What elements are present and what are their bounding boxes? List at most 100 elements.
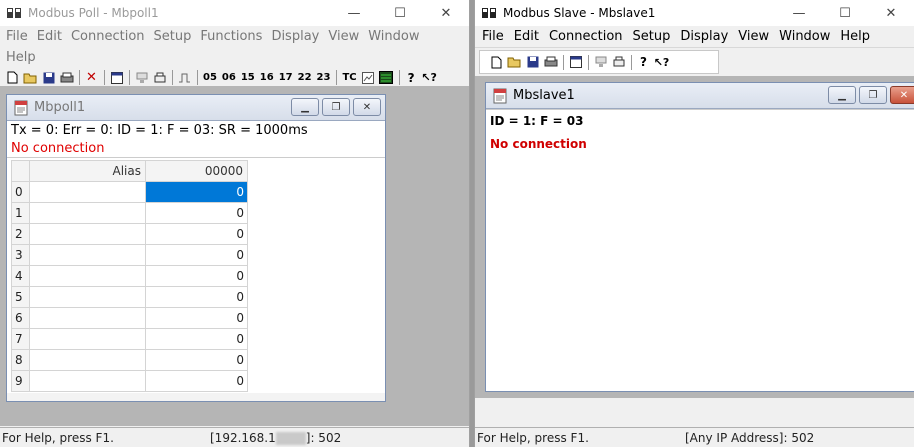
value-cell[interactable]: 0 (145, 202, 248, 224)
table-row[interactable]: 30 (11, 244, 248, 266)
poll-menu-view[interactable]: View (328, 26, 368, 47)
alias-cell[interactable] (29, 370, 146, 392)
row-header[interactable]: 8 (11, 349, 30, 371)
table-row[interactable]: 50 (11, 286, 248, 308)
row-header[interactable]: 9 (11, 370, 30, 392)
poll-menu-connection[interactable]: Connection (71, 26, 154, 47)
slave-menu-display[interactable]: Display (680, 26, 738, 47)
slave-minimize-button[interactable]: — (776, 0, 822, 26)
alias-cell[interactable] (29, 349, 146, 371)
value-cell[interactable]: 0 (145, 181, 248, 203)
poll-menu-file[interactable]: File (6, 26, 37, 47)
traffic-button[interactable]: TC (340, 70, 358, 86)
window-icon[interactable] (108, 70, 125, 86)
mbpoll1-minimize-button[interactable]: ▁ (291, 98, 319, 116)
save-icon[interactable] (40, 70, 57, 86)
poll-menu-setup[interactable]: Setup (154, 26, 201, 47)
value-cell[interactable]: 0 (145, 244, 248, 266)
pulse-icon[interactable] (176, 70, 193, 86)
print-icon[interactable] (542, 54, 559, 70)
print-icon[interactable] (58, 70, 75, 86)
poll-menu-help[interactable]: Help (6, 47, 45, 68)
connect-icon[interactable] (133, 70, 150, 86)
function-06-button[interactable]: 06 (220, 70, 238, 86)
disconnect-icon[interactable] (151, 70, 168, 86)
help-icon[interactable]: ? (635, 54, 652, 70)
mbslave1-close-button[interactable]: ✕ (890, 86, 914, 104)
value-cell[interactable]: 0 (145, 223, 248, 245)
column-header-alias[interactable]: Alias (29, 160, 146, 182)
row-header[interactable]: 4 (11, 265, 30, 287)
slave-menu-connection[interactable]: Connection (549, 26, 633, 47)
value-cell[interactable]: 0 (145, 286, 248, 308)
function-22-button[interactable]: 22 (296, 70, 314, 86)
table-row[interactable]: 90 (11, 370, 248, 392)
context-help-icon[interactable]: ↖? (653, 54, 670, 70)
alias-cell[interactable] (29, 286, 146, 308)
row-header[interactable]: 0 (11, 181, 30, 203)
new-file-icon[interactable] (4, 70, 21, 86)
function-15-button[interactable]: 15 (239, 70, 257, 86)
alias-cell[interactable] (29, 265, 146, 287)
value-cell[interactable]: 0 (145, 265, 248, 287)
table-row[interactable]: 20 (11, 223, 248, 245)
mbpoll1-close-button[interactable]: ✕ (353, 98, 381, 116)
row-header[interactable]: 6 (11, 307, 30, 329)
alias-cell[interactable] (29, 328, 146, 350)
poll-close-button[interactable]: ✕ (423, 0, 469, 26)
table-row[interactable]: 80 (11, 349, 248, 371)
delete-icon[interactable]: ✕ (83, 70, 100, 86)
open-folder-icon[interactable] (22, 70, 39, 86)
connect-icon[interactable] (592, 54, 609, 70)
table-row[interactable]: 70 (11, 328, 248, 350)
slave-menu-setup[interactable]: Setup (633, 26, 681, 47)
slave-menu-edit[interactable]: Edit (514, 26, 549, 47)
slave-maximize-button[interactable]: ☐ (822, 0, 868, 26)
row-header[interactable]: 7 (11, 328, 30, 350)
disconnect-icon[interactable] (610, 54, 627, 70)
table-row[interactable]: 40 (11, 265, 248, 287)
function-17-button[interactable]: 17 (277, 70, 295, 86)
alias-cell[interactable] (29, 202, 146, 224)
context-help-icon[interactable]: ↖? (421, 70, 438, 86)
mbslave1-minimize-button[interactable]: ▁ (828, 86, 856, 104)
open-folder-icon[interactable] (506, 54, 523, 70)
poll-titlebar[interactable]: Modbus Poll - Mbpoll1 — ☐ ✕ (0, 0, 469, 26)
slave-titlebar[interactable]: Modbus Slave - Mbslave1 — ☐ ✕ (475, 0, 914, 26)
poll-menu-edit[interactable]: Edit (37, 26, 71, 47)
mbpoll1-titlebar[interactable]: Mbpoll1 ▁ ❐ ✕ (7, 95, 385, 121)
function-05-button[interactable]: 05 (201, 70, 219, 86)
slave-menu-view[interactable]: View (738, 26, 779, 47)
function-23-button[interactable]: 23 (315, 70, 333, 86)
save-icon[interactable] (524, 54, 541, 70)
poll-minimize-button[interactable]: — (331, 0, 377, 26)
slave-menu-file[interactable]: File (482, 26, 514, 47)
poll-menu-display[interactable]: Display (271, 26, 328, 47)
row-header[interactable]: 5 (11, 286, 30, 308)
new-file-icon[interactable] (488, 54, 505, 70)
table-row[interactable]: 60 (11, 307, 248, 329)
table-row[interactable]: 10 (11, 202, 248, 224)
alias-cell[interactable] (29, 181, 146, 203)
poll-maximize-button[interactable]: ☐ (377, 0, 423, 26)
row-header[interactable]: 2 (11, 223, 30, 245)
poll-menu-window[interactable]: Window (368, 26, 428, 47)
mbpoll1-restore-button[interactable]: ❐ (322, 98, 350, 116)
value-cell[interactable]: 0 (145, 307, 248, 329)
function-16-button[interactable]: 16 (258, 70, 276, 86)
window-icon[interactable] (567, 54, 584, 70)
slave-close-button[interactable]: ✕ (868, 0, 914, 26)
slave-menu-help[interactable]: Help (840, 26, 880, 47)
alias-cell[interactable] (29, 223, 146, 245)
chart-icon[interactable] (360, 70, 377, 86)
column-header-address[interactable]: 00000 (145, 160, 248, 182)
value-cell[interactable]: 0 (145, 328, 248, 350)
row-header[interactable]: 3 (11, 244, 30, 266)
row-header[interactable]: 1 (11, 202, 30, 224)
mbslave1-restore-button[interactable]: ❐ (859, 86, 887, 104)
alias-cell[interactable] (29, 307, 146, 329)
monitor-icon[interactable] (378, 70, 395, 86)
poll-menu-functions[interactable]: Functions (200, 26, 271, 47)
table-row[interactable]: 00 (11, 181, 248, 203)
value-cell[interactable]: 0 (145, 370, 248, 392)
